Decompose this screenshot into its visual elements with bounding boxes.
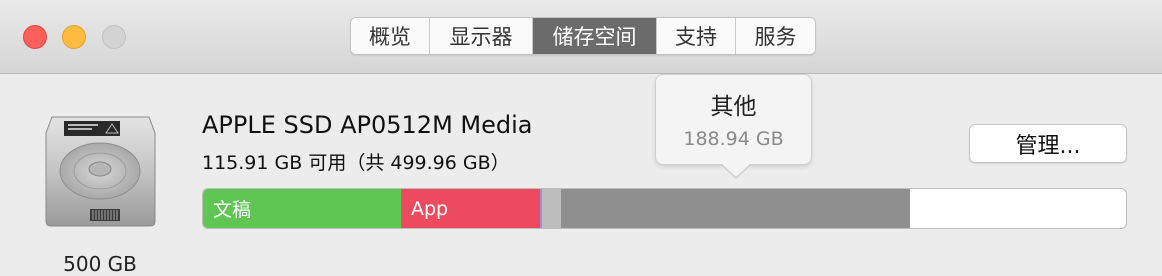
disk-capacity-label: 500 GB bbox=[63, 252, 137, 276]
title-bar: 概览 显示器 储存空间 支持 服务 bbox=[0, 0, 1162, 74]
storage-segment-apps[interactable]: App bbox=[401, 189, 540, 228]
storage-segment-documents[interactable]: 文稿 bbox=[203, 189, 401, 228]
disk-name: APPLE SSD AP0512M Media bbox=[202, 111, 533, 139]
close-button[interactable] bbox=[23, 25, 47, 49]
storage-tooltip: 其他 188.94 GB bbox=[655, 74, 812, 179]
minimize-button[interactable] bbox=[62, 25, 86, 49]
tab-service[interactable]: 服务 bbox=[736, 18, 815, 54]
storage-segment-other[interactable] bbox=[561, 189, 910, 228]
manage-button[interactable]: 管理... bbox=[969, 124, 1127, 163]
disk-available-space: 115.91 GB 可用（共 499.96 GB） bbox=[202, 152, 510, 174]
tooltip-title: 其他 bbox=[710, 94, 757, 120]
tab-displays[interactable]: 显示器 bbox=[430, 18, 533, 54]
storage-segment-label: 文稿 bbox=[213, 199, 252, 221]
zoom-button[interactable] bbox=[102, 25, 126, 49]
tab-support[interactable]: 支持 bbox=[657, 18, 736, 54]
tab-overview[interactable]: 概览 bbox=[351, 18, 430, 54]
storage-bar[interactable]: 文稿 App bbox=[202, 188, 1127, 229]
storage-segment-system[interactable] bbox=[542, 189, 561, 228]
storage-segment-label: App bbox=[411, 197, 449, 220]
tooltip-value: 188.94 GB bbox=[683, 128, 784, 150]
tab-storage[interactable]: 储存空间 bbox=[533, 18, 657, 54]
tab-bar: 概览 显示器 储存空间 支持 服务 bbox=[350, 17, 816, 55]
about-this-mac-window: 概览 显示器 储存空间 支持 服务 500 GB APPLE SSD AP051… bbox=[0, 0, 1162, 276]
hard-drive-icon bbox=[44, 113, 157, 228]
